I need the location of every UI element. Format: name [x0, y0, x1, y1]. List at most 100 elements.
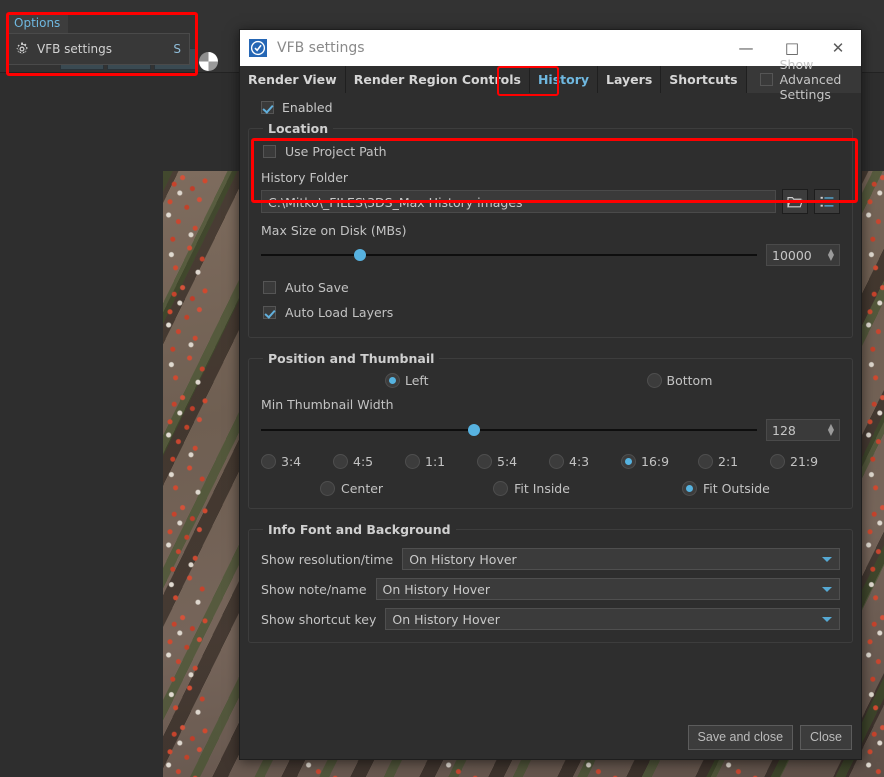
- position-option-left[interactable]: Left: [385, 373, 429, 388]
- fit-outside-radio[interactable]: [681, 481, 697, 496]
- tab-shortcuts[interactable]: Shortcuts: [661, 66, 747, 93]
- min-thumbnail-width-label: Min Thumbnail Width: [261, 397, 394, 412]
- tab-history[interactable]: History: [529, 66, 599, 93]
- auto-load-layers-checkbox[interactable]: [263, 306, 276, 319]
- show-note-name-dropdown[interactable]: On History Hover: [375, 578, 840, 600]
- ratio-option-16-9[interactable]: 16:9: [621, 454, 698, 469]
- position-thumbnail-group: Position and Thumbnail Left Bottom Min T…: [248, 351, 853, 509]
- fit-inside-label: Fit Inside: [514, 481, 570, 496]
- history-folder-input[interactable]: C:\Mitko\_FILES\3DS_Max History images: [261, 190, 776, 213]
- fit-option-center[interactable]: Center: [320, 481, 383, 496]
- aspect-ratio-row: 3:4 4:5 1:1 5:4 4:3 16:9 2:1 21:9: [261, 454, 840, 469]
- show-shortcut-key-label: Show shortcut key: [261, 611, 377, 627]
- max-size-spinner-arrows[interactable]: ▲ ▼: [828, 248, 834, 262]
- ratio-21-9-radio[interactable]: [770, 454, 785, 469]
- history-enabled-row[interactable]: Enabled: [248, 93, 853, 121]
- position-bottom-radio[interactable]: [646, 373, 662, 388]
- chevron-down-icon[interactable]: [822, 617, 832, 622]
- folder-open-icon[interactable]: [782, 189, 808, 214]
- max-size-value: 10000: [772, 247, 812, 263]
- location-group: Location Use Project Path History Folder…: [248, 121, 853, 338]
- dialog-body: Enabled Location Use Project Path Histor…: [240, 93, 861, 643]
- options-menu-title[interactable]: Options: [8, 14, 69, 33]
- fit-mode-row: Center Fit Inside Fit Outside: [261, 481, 840, 496]
- info-font-background-legend: Info Font and Background: [268, 522, 451, 537]
- position-left-radio[interactable]: [385, 373, 400, 388]
- position-option-bottom[interactable]: Bottom: [646, 373, 713, 388]
- ratio-2-1-radio[interactable]: [698, 454, 713, 469]
- ratio-option-21-9[interactable]: 21:9: [770, 454, 818, 469]
- ratio-option-1-1[interactable]: 1:1: [405, 454, 477, 469]
- dialog-title: VFB settings: [277, 40, 365, 56]
- chevron-down-icon[interactable]: [822, 557, 832, 562]
- max-size-slider[interactable]: [261, 247, 757, 263]
- use-project-path-row[interactable]: Use Project Path: [261, 139, 840, 163]
- min-thumbnail-value: 128: [772, 422, 796, 438]
- tab-render-view[interactable]: Render View: [240, 66, 346, 93]
- history-enabled-checkbox[interactable]: [261, 100, 274, 114]
- ratio-5-4-radio[interactable]: [477, 454, 492, 469]
- show-shortcut-key-value: On History Hover: [392, 611, 500, 627]
- auto-save-checkbox[interactable]: [263, 281, 276, 294]
- close-dialog-button[interactable]: Close: [800, 725, 852, 750]
- max-size-on-disk-label: Max Size on Disk (MBs): [261, 223, 407, 238]
- fit-inside-radio[interactable]: [493, 481, 509, 496]
- alpha-sphere-icon[interactable]: [199, 52, 218, 71]
- show-resolution-time-dropdown[interactable]: On History Hover: [402, 548, 840, 570]
- options-menu-panel: VFB settings S: [8, 33, 190, 65]
- list-view-icon[interactable]: [814, 189, 840, 214]
- position-bottom-label: Bottom: [666, 373, 713, 388]
- show-resolution-time-row: Show resolution/time On History Hover: [261, 548, 840, 570]
- ratio-4-3-label: 4:3: [569, 454, 590, 469]
- dialog-footer: Save and close Close: [687, 725, 852, 750]
- vfb-settings-dialog: VFB settings — □ ✕ Render View Render Re…: [239, 29, 862, 760]
- use-project-path-checkbox[interactable]: [263, 144, 276, 158]
- gear-icon: [15, 42, 29, 56]
- menu-item-vfb-settings[interactable]: VFB settings S: [9, 38, 189, 60]
- max-size-slider-knob[interactable]: [354, 249, 367, 261]
- tab-layers[interactable]: Layers: [598, 66, 662, 93]
- tab-render-region-controls[interactable]: Render Region Controls: [345, 66, 530, 93]
- vray-logo-icon: [249, 39, 267, 57]
- show-advanced-settings-row[interactable]: Show Advanced Settings: [746, 57, 861, 102]
- ratio-option-4-5[interactable]: 4:5: [333, 454, 405, 469]
- minimize-button[interactable]: —: [723, 30, 769, 66]
- auto-load-layers-label: Auto Load Layers: [285, 305, 394, 320]
- min-thumbnail-slider[interactable]: [261, 422, 757, 438]
- history-enabled-label: Enabled: [282, 99, 333, 115]
- fit-center-radio[interactable]: [320, 481, 335, 496]
- auto-load-layers-row[interactable]: Auto Load Layers: [261, 300, 840, 325]
- fit-option-fit-outside[interactable]: Fit Outside: [681, 481, 770, 496]
- show-advanced-settings-checkbox[interactable]: [759, 73, 773, 86]
- options-menu[interactable]: Options VFB settings S: [8, 14, 190, 65]
- ratio-1-1-label: 1:1: [425, 454, 446, 469]
- chevron-down-icon[interactable]: [822, 587, 832, 592]
- ratio-option-2-1[interactable]: 2:1: [698, 454, 770, 469]
- fit-outside-label: Fit Outside: [702, 481, 770, 496]
- dialog-titlebar[interactable]: VFB settings — □ ✕: [240, 30, 861, 66]
- max-size-spinner[interactable]: 10000 ▲ ▼: [766, 244, 840, 266]
- ratio-4-3-radio[interactable]: [549, 454, 564, 469]
- fit-option-fit-inside[interactable]: Fit Inside: [493, 481, 570, 496]
- ratio-4-5-radio[interactable]: [333, 454, 348, 469]
- min-thumbnail-spinner-arrows[interactable]: ▲ ▼: [828, 423, 834, 437]
- min-thumbnail-spinner[interactable]: 128 ▲ ▼: [766, 419, 840, 441]
- ratio-16-9-radio[interactable]: [621, 454, 636, 469]
- ratio-3-4-radio[interactable]: [261, 454, 276, 469]
- ratio-option-3-4[interactable]: 3:4: [261, 454, 333, 469]
- spinner-down-icon[interactable]: ▼: [828, 429, 834, 437]
- ratio-1-1-radio[interactable]: [405, 454, 420, 469]
- show-shortcut-key-dropdown[interactable]: On History Hover: [385, 608, 840, 630]
- show-note-name-value: On History Hover: [382, 581, 490, 597]
- tab-bar: Render View Render Region Controls Histo…: [240, 57, 861, 102]
- position-left-label: Left: [405, 373, 429, 388]
- ratio-2-1-label: 2:1: [718, 454, 739, 469]
- spinner-down-icon[interactable]: ▼: [828, 254, 834, 262]
- ratio-option-5-4[interactable]: 5:4: [477, 454, 549, 469]
- save-and-close-button[interactable]: Save and close: [687, 725, 794, 750]
- ratio-option-4-3[interactable]: 4:3: [549, 454, 621, 469]
- auto-save-row[interactable]: Auto Save: [261, 275, 840, 300]
- min-thumbnail-slider-knob[interactable]: [468, 424, 481, 436]
- show-note-name-row: Show note/name On History Hover: [261, 578, 840, 600]
- location-group-legend: Location: [268, 121, 329, 136]
